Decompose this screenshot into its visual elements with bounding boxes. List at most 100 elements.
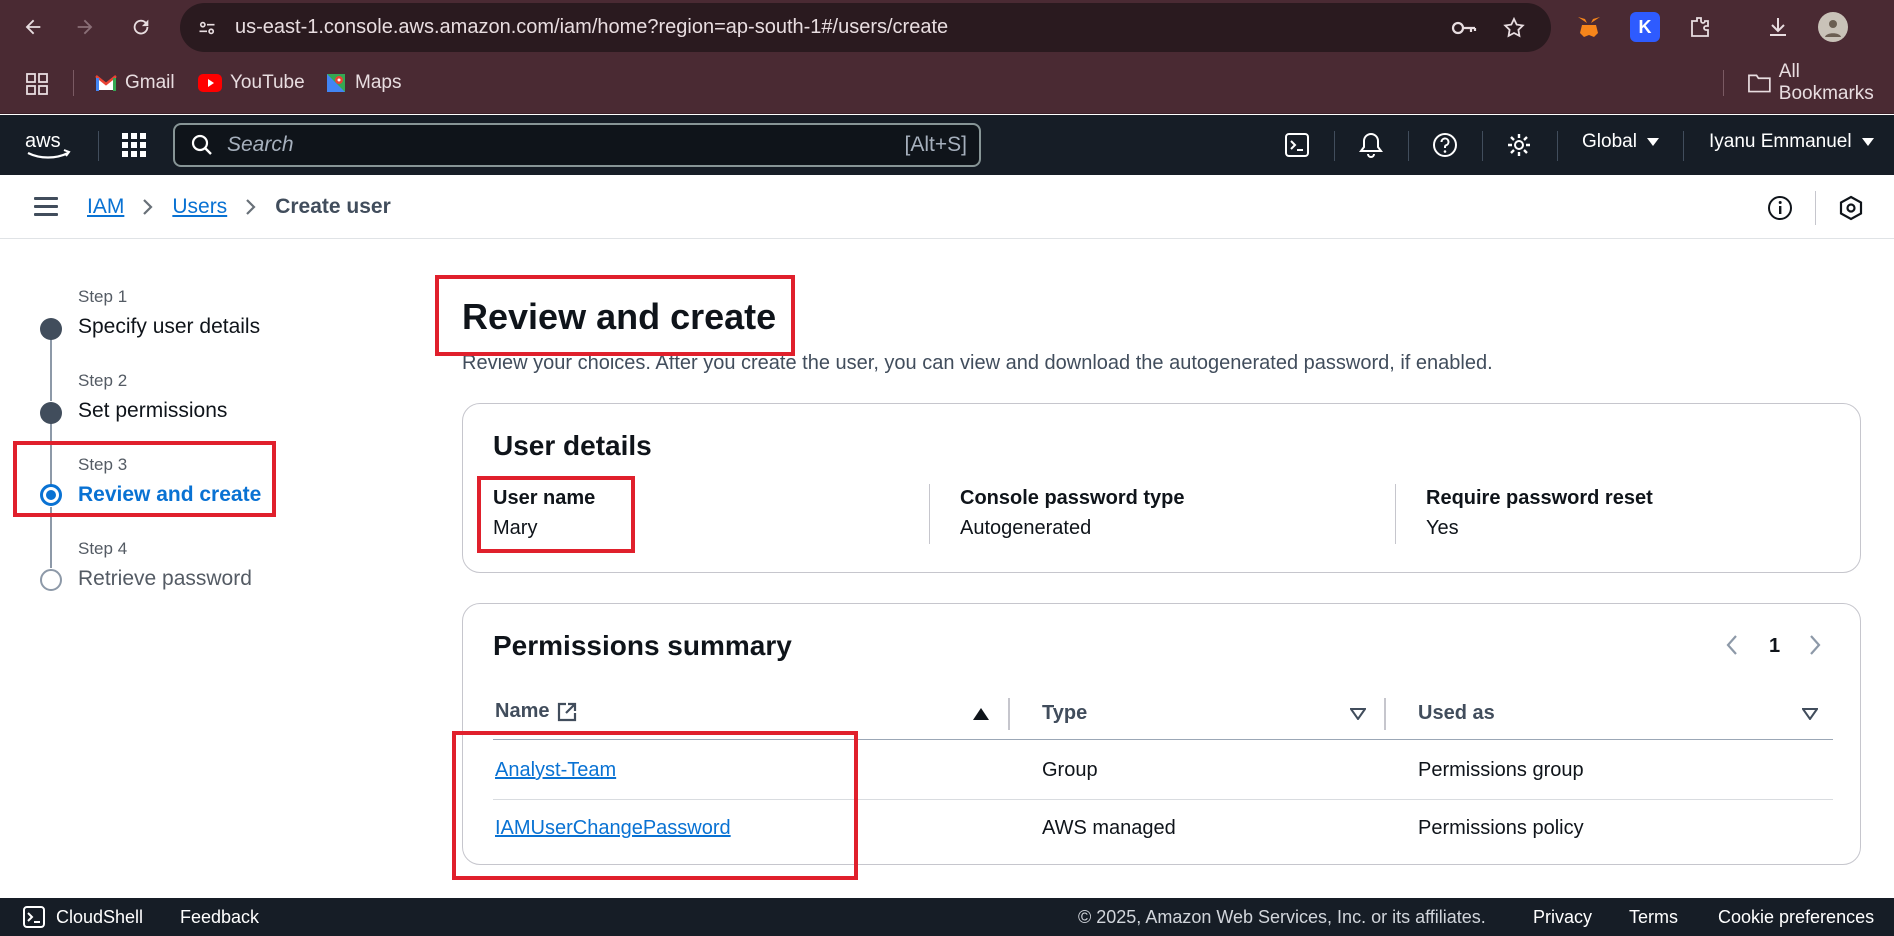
console-password-type-value: Autogenerated — [960, 517, 1092, 539]
step-2-dot — [40, 402, 62, 424]
step-4-label: Step 4 — [78, 539, 128, 558]
footer-terms[interactable]: Terms — [1629, 898, 1678, 936]
menu-hamburger-icon[interactable] — [34, 197, 58, 217]
services-grid-icon[interactable] — [118, 129, 150, 161]
footer-feedback[interactable]: Feedback — [180, 898, 259, 936]
chevron-right-icon — [143, 199, 153, 215]
breadcrumb-users[interactable]: Users — [172, 195, 227, 219]
profile-avatar[interactable] — [1818, 12, 1848, 42]
column-divider — [1008, 698, 1010, 730]
column-divider — [929, 484, 930, 544]
footer-copyright: © 2025, Amazon Web Services, Inc. or its… — [1078, 907, 1486, 927]
pagination-current-page[interactable]: 1 — [1769, 635, 1780, 658]
bookmark-youtube[interactable]: YouTube — [198, 68, 305, 98]
footer-cloudshell-label: CloudShell — [56, 907, 144, 927]
column-type-label[interactable]: Type — [1042, 702, 1087, 725]
url-text[interactable]: us-east-1.console.aws.amazon.com/iam/hom… — [235, 3, 948, 52]
info-icon[interactable] — [1765, 193, 1795, 223]
header-divider — [1557, 131, 1558, 161]
browser-toolbar: us-east-1.console.aws.amazon.com/iam/hom… — [0, 0, 1894, 54]
password-key-icon[interactable] — [1451, 15, 1477, 41]
user-details-card: User details User name Mary Console pass… — [462, 403, 1861, 573]
highlight-page-title — [435, 275, 795, 356]
policy-type: AWS managed — [1042, 817, 1176, 839]
header-divider — [1408, 131, 1409, 161]
search-shortcut: [Alt+S] — [904, 133, 967, 156]
header-divider — [98, 131, 99, 161]
pagination-next-icon[interactable] — [1808, 634, 1822, 661]
all-bookmarks[interactable]: All Bookmarks — [1748, 61, 1894, 104]
highlight-current-step — [13, 441, 276, 517]
apps-grid-icon[interactable] — [26, 69, 48, 99]
step-2-title[interactable]: Set permissions — [78, 399, 227, 423]
aws-top-nav: aws Search [Alt+S] Global Iyanu Emmanuel — [0, 115, 1894, 175]
highlight-permissions-rows — [452, 731, 858, 880]
forward-icon[interactable] — [68, 10, 102, 44]
footer-cookie-preferences[interactable]: Cookie preferences — [1718, 898, 1874, 936]
bookmark-gmail[interactable]: Gmail — [95, 68, 175, 98]
column-used-as-label[interactable]: Used as — [1418, 702, 1495, 725]
settings-gear-icon[interactable] — [1503, 129, 1535, 161]
step-2-label: Step 2 — [78, 371, 128, 390]
bookmark-gmail-label: Gmail — [125, 72, 175, 93]
bookmark-divider — [73, 70, 74, 96]
region-label: Global — [1582, 131, 1637, 152]
back-icon[interactable] — [16, 10, 50, 44]
notifications-bell-icon[interactable] — [1355, 129, 1387, 161]
header-divider — [1334, 131, 1335, 161]
help-icon[interactable] — [1429, 129, 1461, 161]
user-details-title: User details — [493, 430, 652, 461]
permissions-summary-title: Permissions summary — [493, 630, 792, 661]
step-1-title[interactable]: Specify user details — [78, 315, 260, 339]
sort-ascending-icon[interactable] — [973, 708, 989, 720]
policy-used-as: Permissions group — [1418, 759, 1584, 781]
policy-used-as: Permissions policy — [1418, 817, 1584, 839]
column-header-name[interactable]: Name — [495, 700, 577, 723]
bookmark-maps-label: Maps — [355, 72, 402, 93]
aws-logo-text: aws — [25, 130, 61, 152]
bookmark-maps[interactable]: Maps — [325, 68, 401, 98]
bookmark-youtube-label: YouTube — [230, 72, 305, 93]
step-4-dot — [40, 569, 62, 591]
step-1-dot — [40, 318, 62, 340]
step-connector — [50, 339, 52, 401]
reload-icon[interactable] — [124, 10, 158, 44]
bookmark-divider-right — [1723, 70, 1724, 96]
cloudshell-icon — [23, 906, 45, 928]
chevron-right-icon — [246, 199, 256, 215]
region-selector[interactable]: Global — [1582, 131, 1659, 153]
sort-icon[interactable] — [1802, 708, 1818, 720]
step-4-title: Retrieve password — [78, 567, 252, 590]
address-bar[interactable]: us-east-1.console.aws.amazon.com/iam/hom… — [180, 3, 1551, 52]
breadcrumb-iam[interactable]: IAM — [87, 195, 124, 219]
sort-icon[interactable] — [1350, 708, 1366, 720]
gmail-icon — [95, 75, 117, 91]
youtube-icon — [198, 74, 222, 92]
account-menu[interactable]: Iyanu Emmanuel — [1709, 131, 1874, 153]
metamask-extension-icon[interactable] — [1574, 12, 1604, 42]
search-placeholder: Search — [227, 133, 294, 156]
footer-privacy[interactable]: Privacy — [1533, 898, 1592, 936]
all-bookmarks-label: All Bookmarks — [1778, 61, 1874, 104]
require-password-reset-key: Require password reset — [1426, 487, 1653, 509]
site-info-icon[interactable] — [194, 15, 220, 41]
breadcrumb-current: Create user — [275, 195, 391, 218]
maps-icon — [327, 74, 345, 92]
bookmark-star-icon[interactable] — [1501, 15, 1527, 41]
footer-cloudshell[interactable]: CloudShell — [22, 898, 143, 936]
security-hexagon-icon[interactable] — [1836, 193, 1866, 223]
caret-down-icon — [1646, 138, 1659, 146]
k-extension-icon[interactable]: K — [1630, 12, 1660, 42]
policy-type: Group — [1042, 759, 1098, 781]
aws-search-input[interactable]: Search [Alt+S] — [173, 123, 981, 167]
pagination-prev-icon[interactable] — [1725, 634, 1739, 661]
highlight-user-name — [477, 476, 635, 553]
aws-footer: CloudShell Feedback © 2025, Amazon Web S… — [0, 898, 1894, 936]
cloudshell-icon[interactable] — [1281, 129, 1313, 161]
column-name-label: Name — [495, 700, 550, 722]
extensions-puzzle-icon[interactable] — [1685, 12, 1715, 42]
aws-logo[interactable]: aws — [24, 129, 74, 166]
download-icon[interactable] — [1763, 12, 1793, 42]
column-divider — [1384, 698, 1386, 730]
breadcrumb-bar: IAM Users Create user — [0, 175, 1894, 239]
